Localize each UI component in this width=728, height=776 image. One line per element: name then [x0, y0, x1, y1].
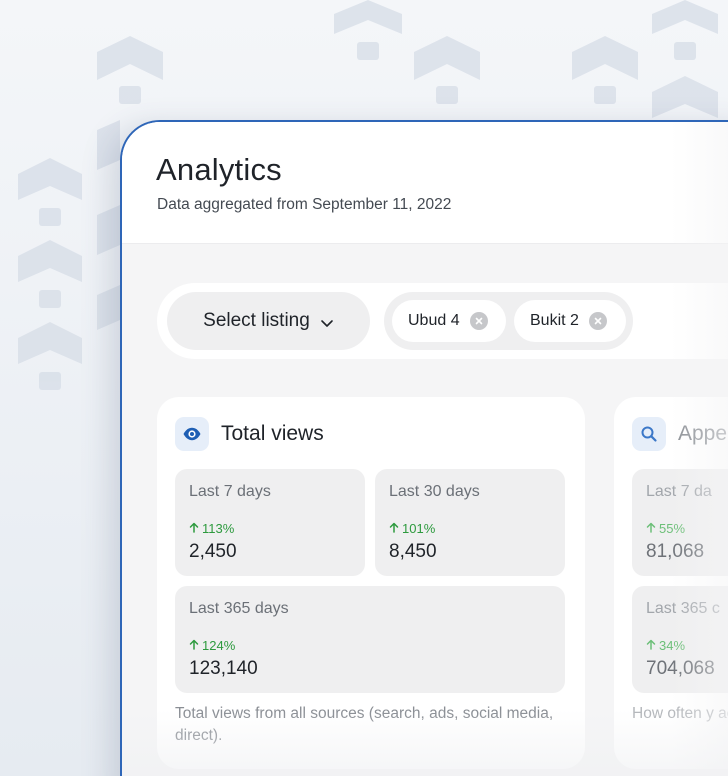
arrow-up-icon — [189, 521, 199, 536]
stat-365-days: Last 365 days 124% 123,140 — [175, 586, 565, 693]
stat-label: Last 365 c — [646, 600, 720, 617]
stat-label: Last 365 days — [189, 600, 289, 617]
change-percent: 34% — [659, 638, 686, 653]
card-description: Total views from all sources (search, ad… — [175, 705, 554, 744]
page-subtitle: Data aggregated from September 11, 2022 — [157, 196, 452, 213]
stat-30-days: Last 30 days 101% 8,450 — [375, 469, 565, 576]
select-listing-label: Select listing — [203, 310, 310, 331]
stat-change: 113% — [189, 521, 234, 536]
chip-label: Bukit 2 — [530, 312, 579, 329]
remove-chip-icon[interactable] — [469, 312, 488, 330]
filter-bar: Select listing Ubud 4 Bukit 2 — [157, 283, 728, 359]
search-icon — [632, 417, 666, 451]
card-title: Total views — [221, 422, 324, 445]
page-title: Analytics — [156, 152, 282, 187]
chip-label: Ubud 4 — [408, 312, 460, 329]
stat-value: 2,450 — [189, 541, 237, 562]
arrow-up-icon — [189, 638, 199, 653]
stat-value: 8,450 — [389, 541, 437, 562]
stat-label: Last 30 days — [389, 483, 480, 500]
stat-change: 101% — [389, 521, 435, 536]
card-title: Appe — [678, 422, 728, 445]
stat-value: 123,140 — [189, 658, 258, 679]
eye-icon — [175, 417, 209, 451]
stat-change: 34% — [646, 638, 685, 653]
appearances-card: Appe Last 7 da 55% 81,068 Last 365 c 34%… — [614, 397, 728, 769]
page-header: Analytics Data aggregated from September… — [122, 122, 728, 244]
change-percent: 101% — [402, 521, 436, 536]
stat-label: Last 7 days — [189, 483, 271, 500]
listing-chip: Bukit 2 — [514, 300, 626, 342]
arrow-up-icon — [646, 521, 656, 536]
selected-listings: Ubud 4 Bukit 2 — [384, 292, 633, 350]
change-percent: 124% — [202, 638, 236, 653]
stat-7-days: Last 7 da 55% 81,068 — [632, 469, 728, 576]
select-listing-button[interactable]: Select listing — [167, 292, 370, 350]
stat-value: 81,068 — [646, 541, 705, 562]
stat-7-days: Last 7 days 113% 2,450 — [175, 469, 365, 576]
stat-label: Last 7 da — [646, 483, 712, 500]
card-header: Total views — [175, 417, 324, 451]
chevron-down-icon — [320, 314, 334, 328]
change-percent: 55% — [659, 521, 686, 536]
card-header: Appe — [632, 417, 727, 451]
arrow-up-icon — [389, 521, 399, 536]
stat-change: 124% — [189, 638, 235, 653]
remove-chip-icon[interactable] — [588, 312, 607, 330]
stat-change: 55% — [646, 521, 685, 536]
arrow-up-icon — [646, 638, 656, 653]
stat-365-days: Last 365 c 34% 704,068 — [632, 586, 728, 693]
analytics-window: Analytics Data aggregated from September… — [120, 120, 728, 776]
listing-chip: Ubud 4 — [392, 300, 506, 342]
card-description: How often y across all c — [632, 705, 728, 722]
change-percent: 113% — [202, 521, 235, 536]
total-views-card: Total views Last 7 days 113% 2,450 Last … — [157, 397, 585, 769]
stat-value: 704,068 — [646, 658, 715, 679]
